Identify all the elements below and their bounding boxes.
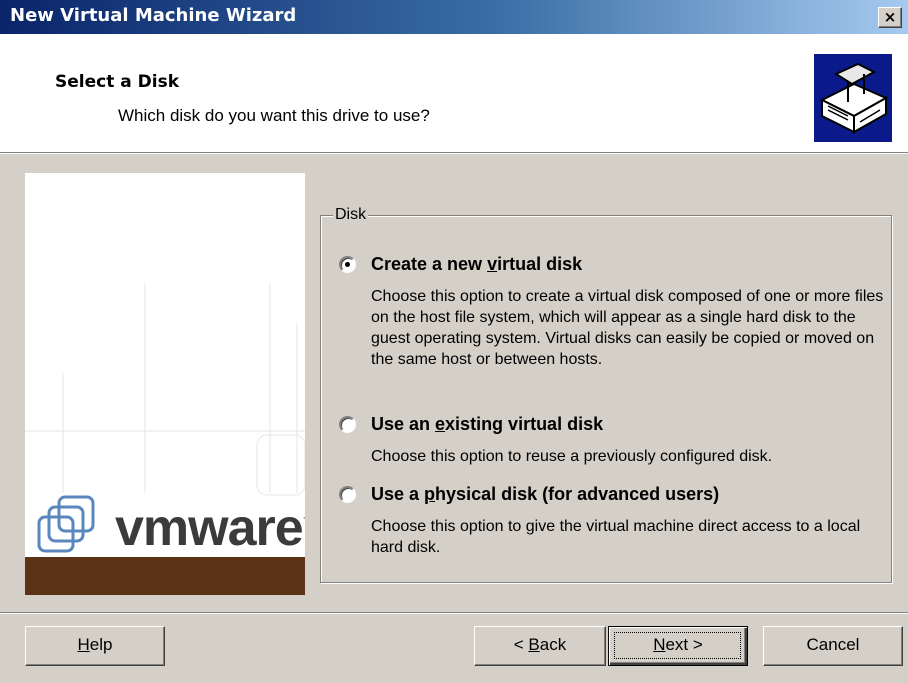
window-title: New Virtual Machine Wizard — [10, 5, 297, 26]
back-button[interactable]: < Back — [474, 626, 606, 666]
vmware-side-bitmap: vmware™ — [25, 173, 305, 595]
radio-use-physical-disk[interactable] — [339, 486, 356, 503]
vmware-logo-icon — [35, 495, 103, 562]
option-description: Choose this option to reuse a previously… — [371, 448, 773, 465]
disk-drive-icon — [814, 54, 892, 142]
radio-create-new-virtual-disk[interactable] — [339, 256, 356, 273]
footer-separator — [0, 612, 908, 614]
help-button[interactable]: Help — [25, 626, 165, 666]
option-label[interactable]: Create a new virtual disk — [371, 254, 582, 275]
groupbox-legend: Disk — [333, 206, 369, 224]
cancel-button[interactable]: Cancel — [763, 626, 903, 666]
title-bar[interactable]: New Virtual Machine Wizard × — [0, 0, 908, 34]
option-label[interactable]: Use a physical disk (for advanced users) — [371, 484, 719, 505]
option-label[interactable]: Use an existing virtual disk — [371, 414, 603, 435]
page-title: Select a Disk — [55, 72, 180, 92]
wizard-header: Select a Disk Which disk do you want thi… — [0, 34, 908, 153]
disk-groupbox: Disk Create a new virtual disk Choose th… — [320, 206, 892, 583]
brown-band — [25, 557, 305, 595]
radio-use-existing-virtual-disk[interactable] — [339, 416, 356, 433]
close-button[interactable]: × — [878, 7, 902, 28]
page-subtitle: Which disk do you want this drive to use… — [118, 106, 430, 125]
option-description: Choose this option to give the virtual m… — [371, 518, 861, 556]
vmware-logo-text: vmware™ — [115, 499, 305, 557]
next-button[interactable]: Next > — [608, 626, 748, 666]
option-description: Choose this option to create a virtual d… — [371, 288, 884, 368]
close-icon: × — [883, 8, 897, 26]
